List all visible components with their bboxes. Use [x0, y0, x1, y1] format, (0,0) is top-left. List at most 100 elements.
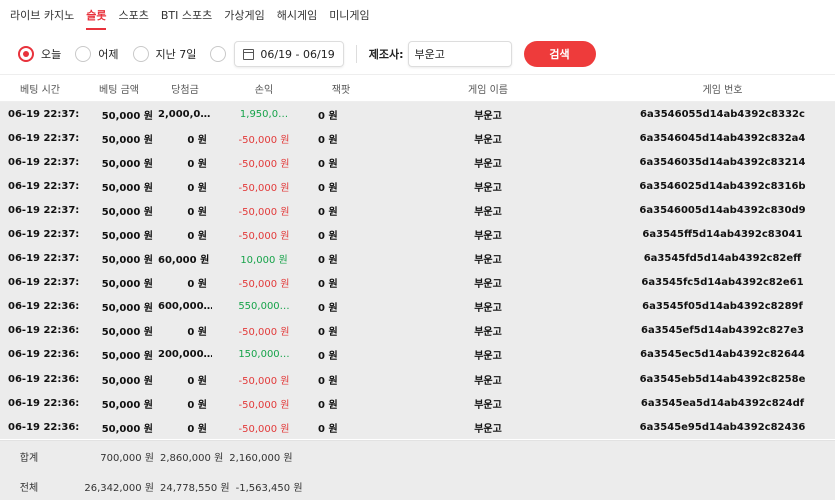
header-bet-time: 베팅 시간: [20, 84, 60, 96]
jackpot-cell: 0 원: [318, 327, 338, 339]
radio-label: 오늘: [41, 48, 62, 61]
profit-loss-cell: -50,000 원: [238, 182, 290, 194]
overall-label: 전체: [19, 482, 39, 494]
winnings-cell: 0 원: [187, 158, 207, 170]
game-name-cell: 부운고: [474, 375, 502, 387]
winnings-cell: 0 원: [187, 279, 207, 291]
winnings-cell: 0 원: [187, 423, 207, 435]
game-name-cell: 부운고: [474, 110, 502, 122]
totals-section: 합계 700,000 원 2,860,000 원 2,160,000 원 전체 …: [0, 440, 835, 500]
radio-button[interactable]: [132, 46, 149, 62]
bet-amount-cell: 50,000 원: [101, 375, 153, 387]
tab-0[interactable]: 라이브 카지노: [10, 0, 74, 32]
table-row: 06-19 22:37:… 50,000 원 0 원 -50,000 원 0 원 부운고 6…: [0, 150, 835, 175]
radio-label: 어제: [98, 48, 119, 61]
jackpot-cell: 0 원: [318, 231, 338, 243]
jackpot-cell: 0 원: [318, 399, 338, 411]
table-row: 06-19 22:36:… 50,000 원 0 원 -50,000 원 0 원 부운고 6…: [0, 367, 835, 392]
bet-time-cell: 06-19 22:37:…: [8, 132, 80, 144]
overall-profit-loss: -1,563,450 원: [235, 482, 303, 494]
profit-loss-cell: -50,000 원: [238, 327, 290, 339]
radio-button[interactable]: [75, 46, 92, 62]
date-range-picker[interactable]: 06/19 - 06/19: [234, 41, 344, 67]
radio-label: 지난 7일: [155, 48, 197, 61]
bet-time-cell: 06-19 22:37:…: [8, 180, 80, 192]
tab-1[interactable]: 슬롯: [86, 0, 107, 32]
jackpot-cell: 0 원: [318, 423, 338, 435]
jackpot-cell: 0 원: [318, 279, 338, 291]
jackpot-cell: 0 원: [318, 206, 338, 218]
winnings-cell: 600,000…: [158, 301, 212, 313]
bet-amount-cell: 50,000 원: [101, 399, 153, 411]
divider: [355, 45, 357, 63]
tab-2[interactable]: 스포츠: [118, 0, 148, 32]
overall-bet: 26,342,000 원: [84, 482, 154, 494]
table-row: 06-19 22:37:… 50,000 원 2,000,0… 1,950,0… 0 원…: [0, 102, 835, 127]
winnings-cell: 0 원: [187, 375, 207, 387]
tab-5[interactable]: 해시게임: [277, 0, 317, 32]
bet-time-cell: 06-19 22:37:…: [8, 277, 80, 289]
bet-amount-cell: 50,000 원: [101, 327, 153, 339]
table-row: 06-19 22:37:… 50,000 원 0 원 -50,000 원 0 원 부운고 6…: [0, 222, 835, 247]
radio-button[interactable]: [210, 46, 227, 62]
tab-6[interactable]: 미니게임: [329, 0, 369, 32]
tab-4[interactable]: 가상게임: [224, 0, 264, 32]
search-button[interactable]: 검색: [523, 41, 596, 67]
table-row: 06-19 22:36:… 50,000 원 0 원 -50,000 원 0 원 부운고 6…: [0, 391, 835, 416]
game-name-cell: 부운고: [474, 206, 502, 218]
header-game-name: 게임 이름: [468, 84, 508, 96]
bet-time-cell: 06-19 22:36:…: [8, 373, 80, 385]
radio-button[interactable]: [18, 46, 34, 62]
game-id-cell: 6a3545fc5d14ab4392c82e61: [641, 277, 804, 289]
profit-loss-cell: -50,000 원: [238, 399, 290, 411]
radio-custom-range[interactable]: [210, 46, 227, 62]
profit-loss-cell: 1,950,0…: [239, 108, 289, 120]
jackpot-cell: 0 원: [318, 351, 338, 363]
radio-yesterday[interactable]: 어제: [75, 46, 119, 62]
filter-bar: 오늘 어제 지난 7일 06/19 - 06/19 제조사: 검색: [0, 36, 835, 72]
radio-today[interactable]: 오늘: [18, 46, 61, 62]
header-bet-amount: 베팅 금액: [99, 84, 139, 96]
game-id-cell: 6a3546005d14ab4392c830d9: [639, 204, 806, 216]
maker-label: 제조사:: [368, 48, 404, 61]
jackpot-cell: 0 원: [318, 110, 338, 122]
game-name-cell: 부운고: [474, 182, 502, 194]
bet-history-table: 베팅 시간 베팅 금액 당첨금 손익 잭팟 게임 이름 게임 번호 06-19 …: [0, 74, 835, 440]
date-range-text: 06/19 - 06/19: [260, 47, 335, 61]
calendar-icon: [243, 48, 255, 60]
winnings-cell: 2,000,0…: [158, 108, 211, 120]
winnings-cell: 0 원: [187, 231, 207, 243]
profit-loss-cell: -50,000 원: [238, 375, 290, 387]
subtotal-row: 합계 700,000 원 2,860,000 원 2,160,000 원: [0, 441, 835, 471]
bet-time-cell: 06-19 22:36:…: [8, 397, 80, 409]
table-row: 06-19 22:36:… 50,000 원 0 원 -50,000 원 0 원 부운고 6…: [0, 415, 835, 440]
maker-input[interactable]: [407, 41, 512, 67]
bet-time-cell: 06-19 22:37:…: [8, 108, 80, 120]
bet-time-cell: 06-19 22:36:…: [8, 325, 80, 337]
game-name-cell: 부운고: [474, 351, 502, 363]
table-row: 06-19 22:37:… 50,000 원 0 원 -50,000 원 0 원 부운고 6…: [0, 270, 835, 295]
header-game-id: 게임 번호: [702, 84, 743, 96]
game-id-cell: 6a3546055d14ab4392c8332c: [640, 108, 805, 120]
bet-amount-cell: 50,000 원: [101, 351, 153, 363]
profit-loss-cell: -50,000 원: [238, 206, 290, 218]
winnings-cell: 0 원: [187, 206, 207, 218]
winnings-cell: 0 원: [187, 399, 207, 411]
winnings-cell: 0 원: [187, 182, 207, 194]
table-row: 06-19 22:37:… 50,000 원 0 원 -50,000 원 0 원 부운고 6…: [0, 126, 835, 151]
game-name-cell: 부운고: [474, 327, 502, 339]
game-name-cell: 부운고: [474, 303, 502, 315]
game-name-cell: 부운고: [474, 423, 502, 435]
overall-row: 전체 26,342,000 원 24,778,550 원 -1,563,450 …: [0, 471, 835, 500]
winnings-cell: 200,000…: [158, 349, 212, 361]
subtotal-bet: 700,000 원: [100, 452, 154, 464]
winnings-cell: 0 원: [187, 327, 207, 339]
category-tabs: 라이브 카지노 슬롯 스포츠 BTI 스포츠 가상게임 해시게임 미니게임: [0, 0, 835, 32]
table-row: 06-19 22:36:… 50,000 원 0 원 -50,000 원 0 원 부운고 6…: [0, 318, 835, 343]
tab-3[interactable]: BTI 스포츠: [161, 0, 212, 32]
table-row: 06-19 22:36:… 50,000 원 200,000… 150,000… 0 원…: [0, 342, 835, 368]
bet-time-cell: 06-19 22:37:…: [8, 156, 80, 168]
bet-amount-cell: 50,000 원: [101, 110, 153, 122]
radio-last-7-days[interactable]: 지난 7일: [132, 46, 197, 62]
bet-amount-cell: 50,000 원: [101, 423, 153, 435]
